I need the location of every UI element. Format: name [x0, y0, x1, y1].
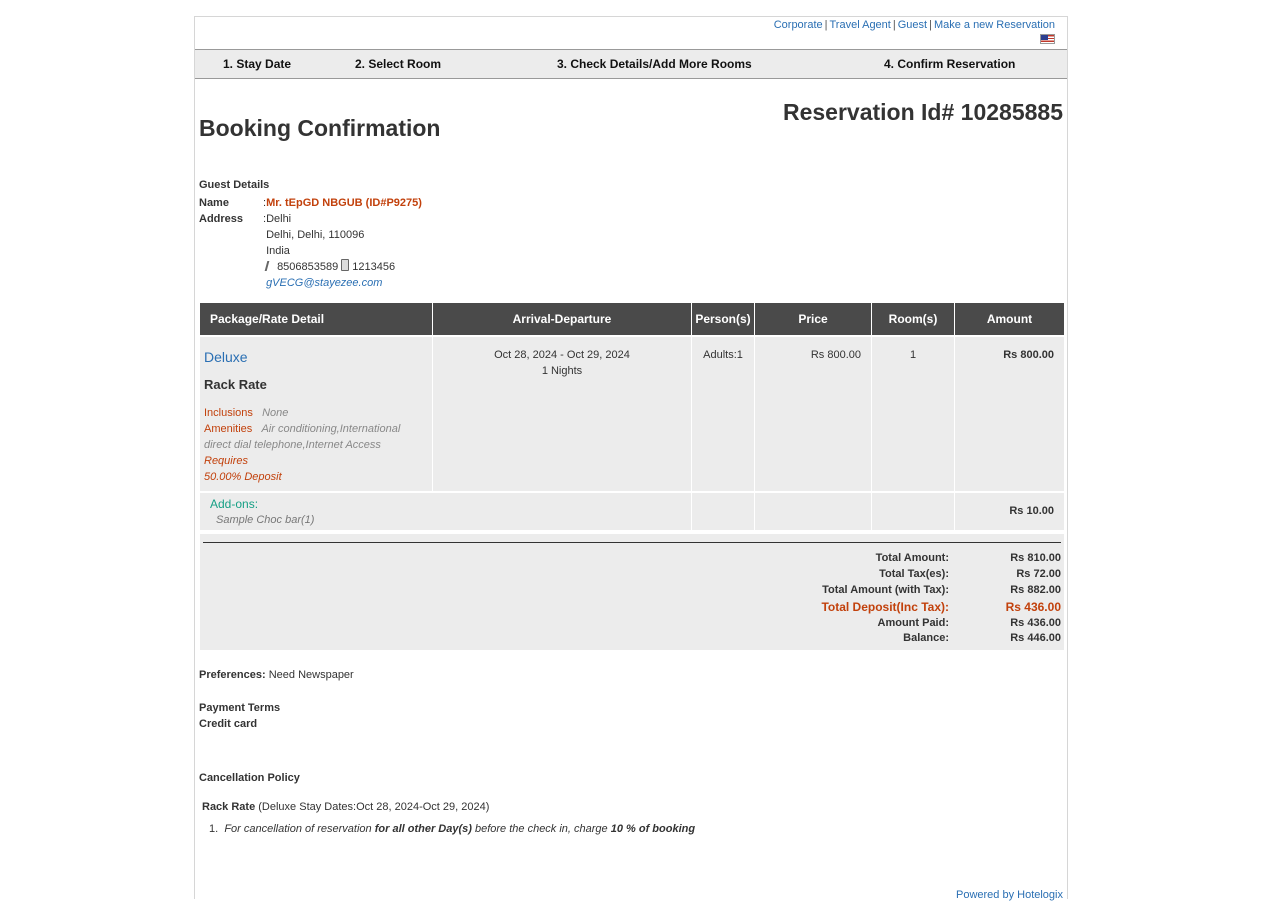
nights: 1 Nights	[541, 365, 583, 377]
guest-mobile: 1213456	[352, 261, 396, 273]
payment-terms-label: Payment Terms	[199, 702, 281, 714]
cancellation-policy-label: Cancellation Policy	[199, 772, 300, 784]
price-cell: Rs 800.00	[754, 335, 872, 492]
col-price: Price	[754, 303, 872, 336]
col-amount: Amount	[954, 303, 1064, 336]
step-bar: 1. Stay Date 2. Select Room 3. Check Det…	[195, 49, 1067, 79]
guest-name: Mr. tEpGD NBGUB (ID#P9275)	[266, 197, 422, 209]
cancellation-rate-name: Rack Rate	[202, 801, 256, 813]
addon-item: Sample Choc bar(1)	[216, 514, 315, 526]
package-cell: Deluxe Rack Rate Inclusions None Ameniti…	[200, 335, 433, 492]
table-row: Deluxe Rack Rate Inclusions None Ameniti…	[200, 335, 1064, 492]
step-select-room: 2. Select Room	[355, 57, 442, 71]
booking-frame: Corporate | Travel Agent | Guest | Make a new …	[194, 16, 1068, 901]
cancellation-dates: (Deluxe Stay Dates:Oct 28, 2024-Oct 29, …	[258, 801, 490, 813]
total-amount-value: Rs 810.00	[1010, 552, 1061, 564]
guest-link[interactable]: Guest	[898, 19, 927, 31]
step-check-details: 3. Check Details/Add More Rooms	[557, 57, 752, 71]
policy-text-4: 10 % of booking	[610, 823, 696, 835]
guest-phone: 8506853589	[277, 261, 339, 273]
payment-terms-value: Credit card	[199, 718, 258, 730]
total-tax-row: Total Tax(es): Rs 72.00	[200, 568, 1064, 584]
persons-cell: Adults:1	[691, 335, 755, 492]
rooms-cell: 1	[871, 335, 955, 492]
payment-terms: Payment Terms Credit card	[199, 700, 280, 732]
col-persons: Person(s)	[691, 303, 755, 336]
corporate-link[interactable]: Corporate	[774, 19, 823, 31]
addons-title: Add-ons:	[210, 497, 259, 511]
guest-details: Guest Details Name :Mr. tEpGD NBGUB (ID#…	[199, 179, 422, 289]
phone-icon	[264, 261, 276, 271]
total-deposit-label: Total Deposit(Inc Tax):	[821, 600, 949, 614]
balance-value: Rs 446.00	[1010, 632, 1061, 644]
amount-paid-label: Amount Paid:	[877, 617, 950, 629]
total-with-tax-value: Rs 882.00	[1010, 584, 1061, 596]
step-confirm: 4. Confirm Reservation	[884, 57, 1016, 71]
total-tax-value: Rs 72.00	[1016, 568, 1061, 580]
room-name: Deluxe	[204, 349, 248, 365]
us-flag-icon[interactable]	[1040, 34, 1055, 44]
guest-details-header: Guest Details	[199, 179, 270, 191]
powered-by-link[interactable]: Powered by Hotelogix	[956, 889, 1063, 901]
col-arrival-departure: Arrival-Departure	[432, 303, 692, 336]
rooms-table: Package/Rate Detail Arrival-Departure Pe…	[200, 303, 1064, 530]
address-line-3: India	[266, 245, 290, 257]
total-with-tax-row: Total Amount (with Tax): Rs 882.00	[200, 584, 1064, 600]
balance-row: Balance: Rs 446.00	[200, 632, 1064, 648]
step-stay-date: 1. Stay Date	[223, 57, 292, 71]
amount-paid-row: Amount Paid: Rs 436.00	[200, 617, 1064, 633]
addons-cell: Add-ons: Sample Choc bar(1)	[200, 491, 692, 530]
totals-divider	[203, 542, 1061, 543]
requires-label: Requires	[204, 455, 249, 467]
policy-text-1: For cancellation of reservation	[224, 823, 375, 835]
address-label: Address	[199, 213, 244, 225]
cancellation-rate: Rack Rate (Deluxe Stay Dates:Oct 28, 202…	[202, 801, 489, 813]
guest-email[interactable]: gVECG@stayezee.com	[266, 277, 382, 289]
total-amount-row: Total Amount: Rs 810.00	[200, 552, 1064, 568]
balance-label: Balance:	[903, 632, 949, 644]
dates-cell: Oct 28, 2024 - Oct 29, 2024 1 Nights	[432, 335, 692, 492]
policy-text-3: before the check in, charge	[471, 823, 611, 835]
amount-cell: Rs 800.00	[954, 335, 1064, 492]
new-reservation-link[interactable]: Make a new Reservation	[934, 19, 1055, 31]
amenities-label: Amenities	[204, 423, 253, 435]
rate-name: Rack Rate	[204, 377, 267, 392]
addons-row: Add-ons: Sample Choc bar(1) Rs 10.00	[200, 491, 1064, 530]
col-package: Package/Rate Detail	[200, 303, 433, 336]
deposit-value: 50.00% Deposit	[204, 471, 282, 483]
stay-dates: Oct 28, 2024 - Oct 29, 2024	[494, 349, 630, 361]
mobile-icon	[341, 259, 350, 271]
amount-paid-value: Rs 436.00	[1010, 617, 1061, 629]
col-rooms: Room(s)	[871, 303, 955, 336]
table-header-row: Package/Rate Detail Arrival-Departure Pe…	[200, 303, 1064, 336]
preferences: Preferences: Need Newspaper	[199, 669, 354, 681]
policy-text-2: for all other Day(s)	[374, 823, 472, 835]
policy-number: 1.	[209, 823, 219, 835]
reservation-id: Reservation Id# 10285885	[782, 99, 1063, 125]
total-deposit-row: Total Deposit(Inc Tax): Rs 436.00	[200, 600, 1064, 616]
total-amount-label: Total Amount:	[875, 552, 949, 564]
address-line-1: Delhi	[266, 213, 292, 225]
total-deposit-value: Rs 436.00	[1005, 600, 1061, 614]
name-label: Name	[199, 197, 229, 209]
addon-amount: Rs 10.00	[954, 491, 1064, 530]
preferences-label: Preferences:	[199, 669, 266, 681]
page-title: Booking Confirmation	[199, 115, 441, 141]
top-links: Corporate | Travel Agent | Guest | Make a new …	[773, 19, 1055, 31]
policy-item: 1. For cancellation of reservation for a…	[209, 823, 695, 835]
inclusions-value: None	[262, 407, 289, 419]
total-tax-label: Total Tax(es):	[879, 568, 949, 580]
travel-agent-link[interactable]: Travel Agent	[830, 19, 891, 31]
inclusions-label: Inclusions	[204, 407, 253, 419]
address-line-2: Delhi, Delhi, 110096	[266, 229, 365, 241]
preferences-value: Need Newspaper	[268, 669, 354, 681]
totals-panel: Total Amount: Rs 810.00 Total Tax(es): R…	[200, 534, 1064, 650]
total-with-tax-label: Total Amount (with Tax):	[822, 584, 949, 596]
